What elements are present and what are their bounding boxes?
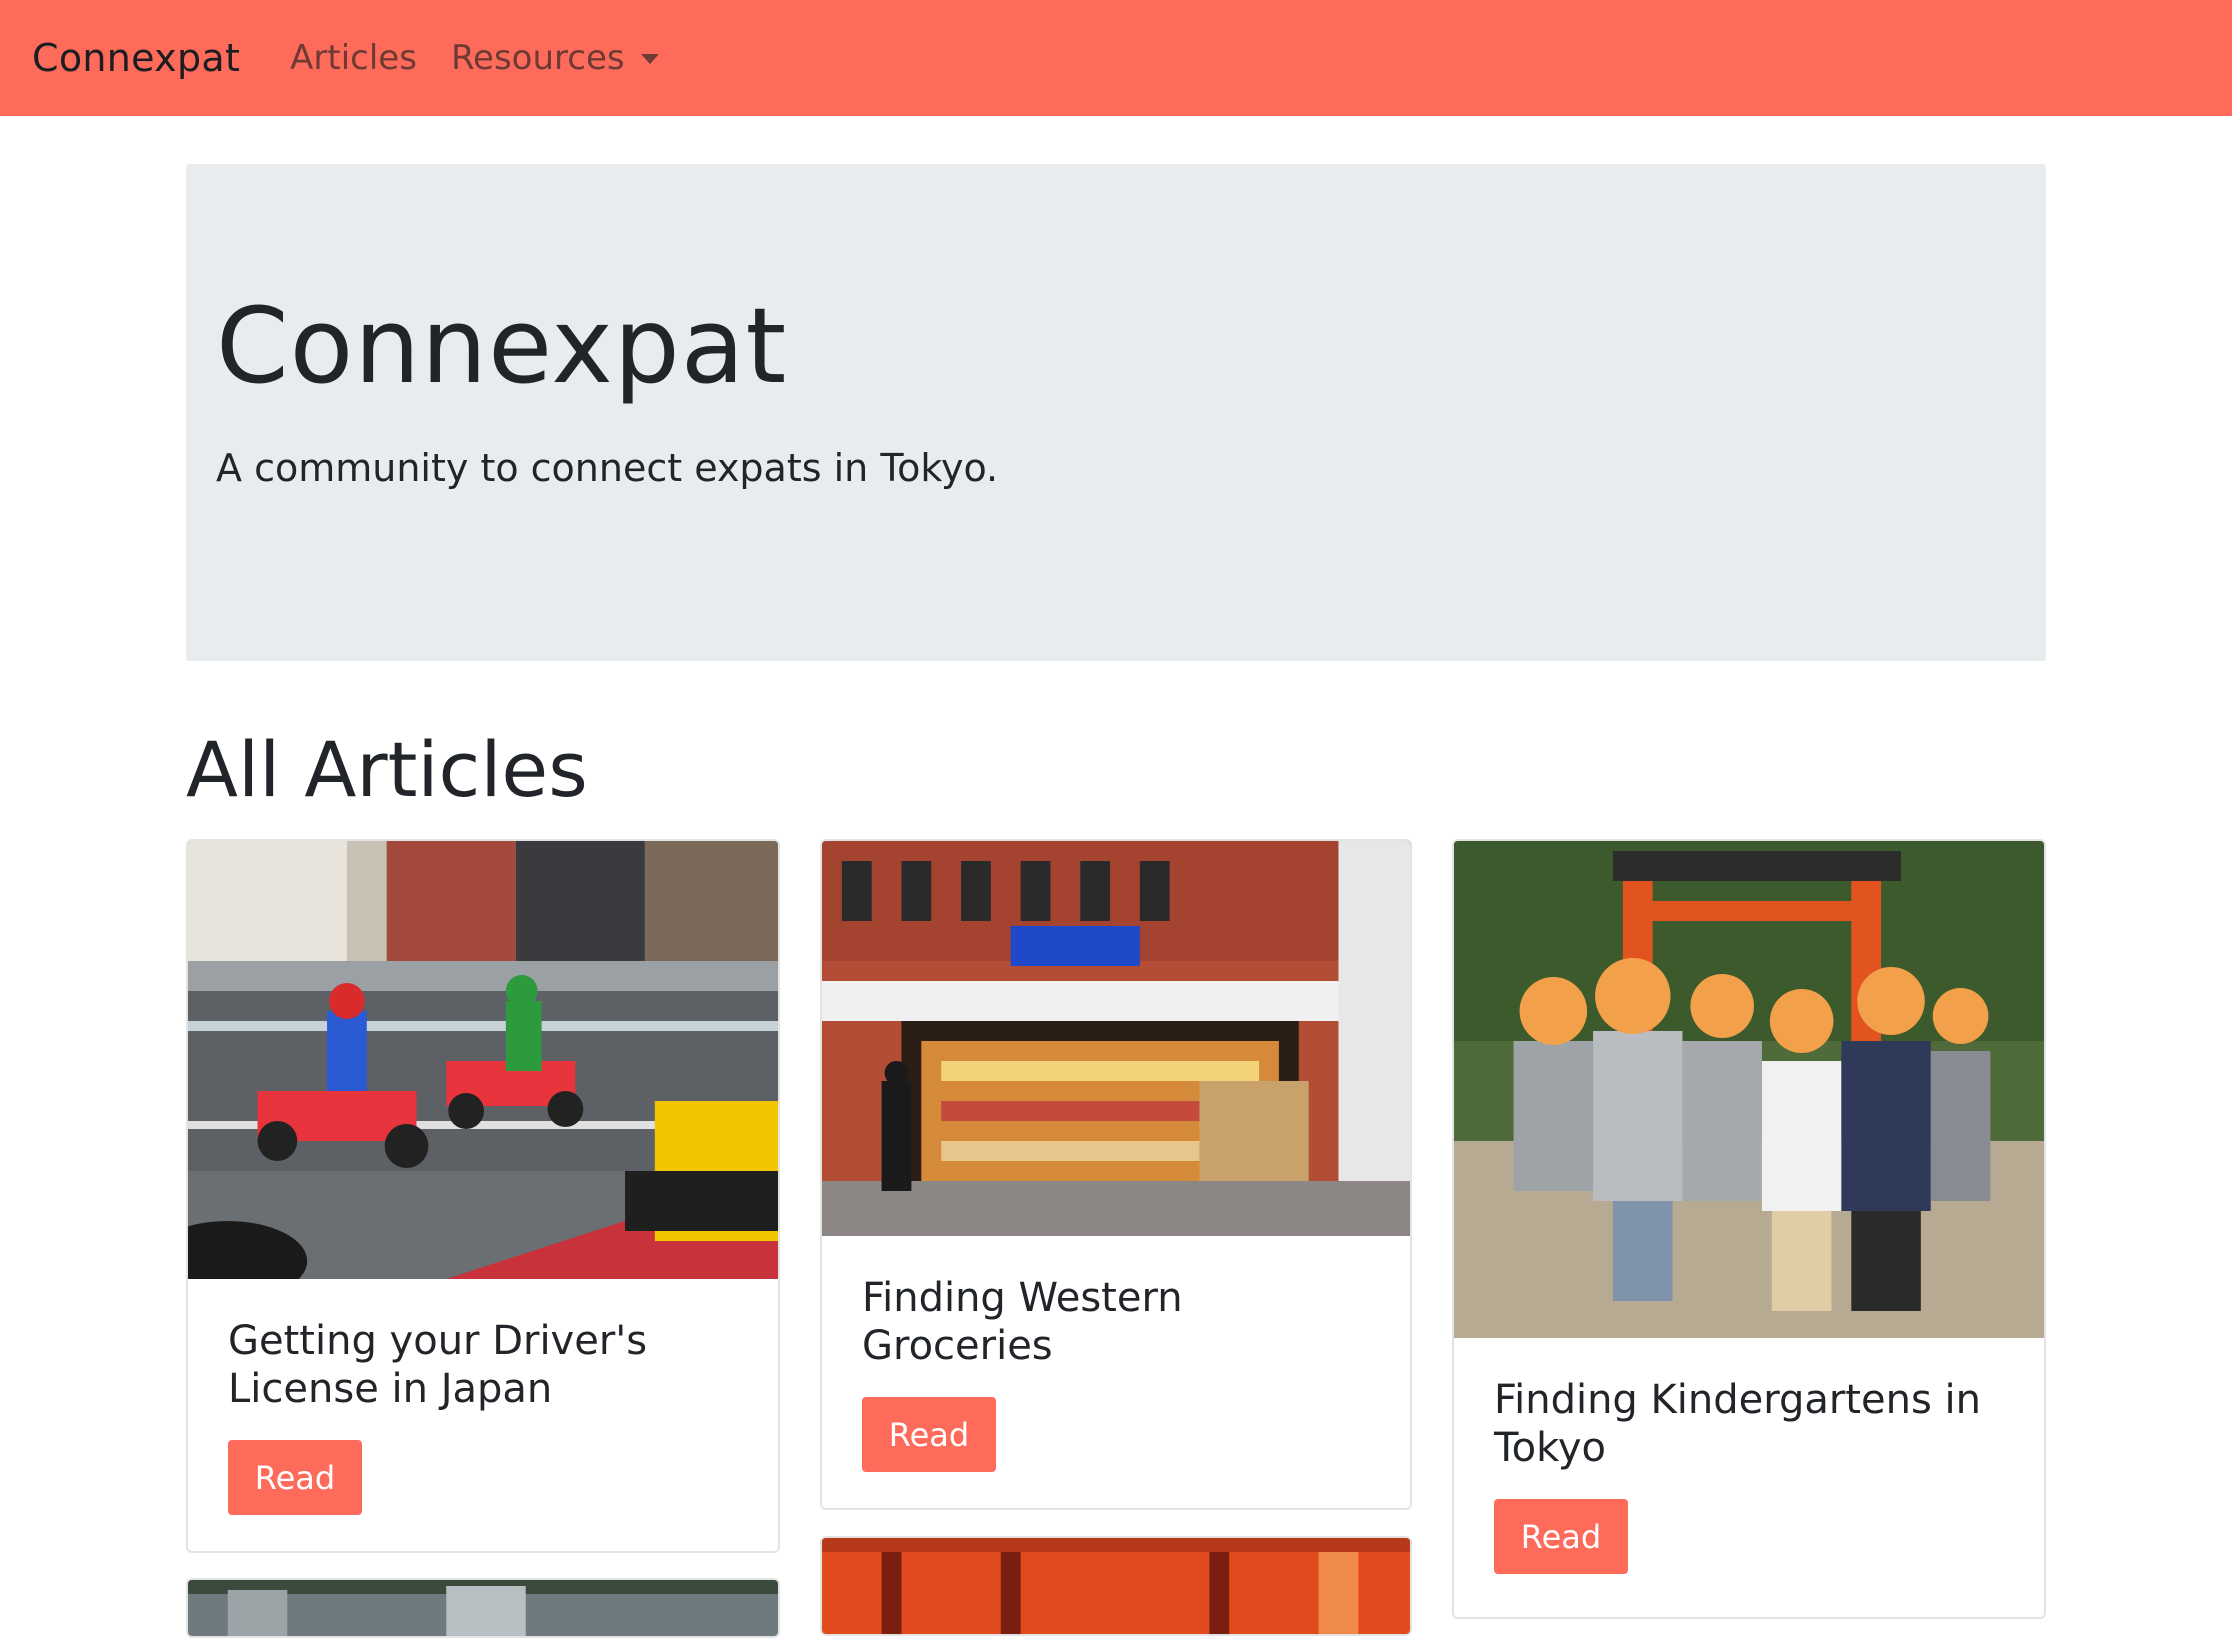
hero-jumbotron: Connexpat A community to connect expats …	[186, 164, 2046, 661]
article-card: Getting your Driver's License in Japan R…	[186, 839, 780, 1553]
article-card: Finding Kindergartens in Tokyo Read	[1452, 839, 2046, 1619]
article-card: Finding Western Groceries Read	[820, 839, 1412, 1510]
card-title: Getting your Driver's License in Japan	[228, 1318, 648, 1412]
hero-title: Connexpat	[216, 285, 788, 407]
city-crowd-photo	[188, 1580, 778, 1636]
torii-gates-photo	[822, 1538, 1410, 1634]
read-button[interactable]: Read	[862, 1397, 996, 1472]
read-button[interactable]: Read	[1494, 1499, 1628, 1574]
hero-lead: A community to connect expats in Tokyo.	[216, 446, 999, 490]
nav-link-articles-label: Articles	[290, 38, 417, 78]
grocery-store-photo	[822, 841, 1410, 1236]
nav-dropdown-resources-label: Resources	[450, 38, 625, 78]
card-title: Finding Western Groceries	[862, 1275, 1183, 1369]
article-card-partial	[820, 1536, 1412, 1636]
navbar-brand[interactable]: Connexpat	[32, 36, 240, 80]
navbar: Connexpat Articles Resources	[0, 0, 2232, 116]
article-card-partial	[186, 1578, 780, 1638]
nav-link-articles[interactable]: Articles	[290, 38, 417, 78]
kindergarten-children-photo	[1454, 841, 2044, 1338]
card-title: Finding Kindergartens in Tokyo	[1494, 1377, 1981, 1471]
street-go-kart-photo	[188, 841, 778, 1279]
caret-down-icon	[640, 54, 659, 64]
articles-heading: All Articles	[186, 725, 588, 814]
read-button[interactable]: Read	[228, 1440, 362, 1515]
nav-dropdown-resources[interactable]: Resources	[451, 38, 659, 78]
